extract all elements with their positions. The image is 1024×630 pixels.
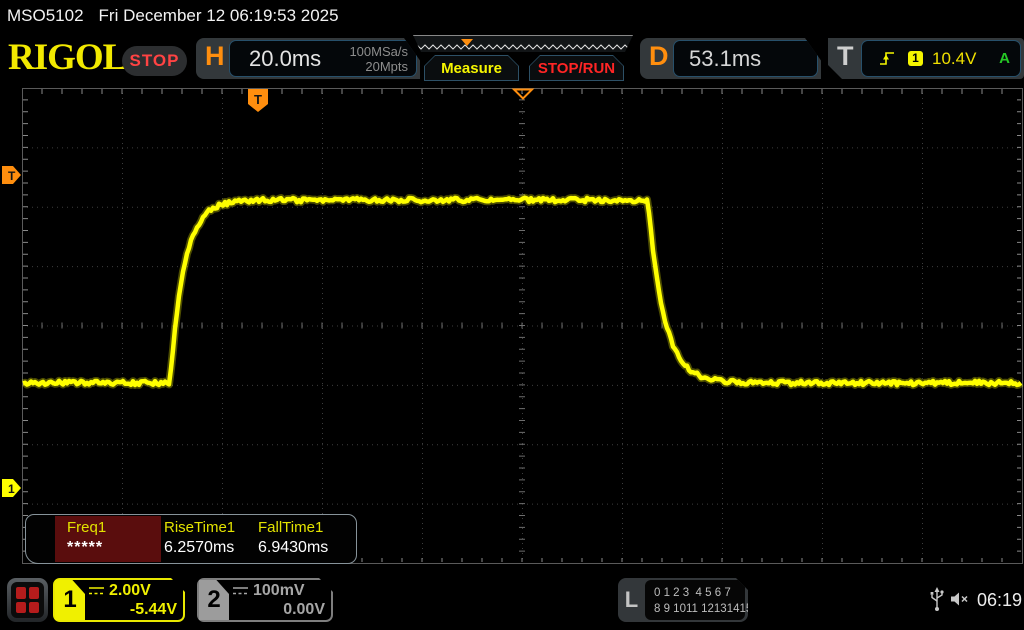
measurement-label: Freq1 [67, 519, 106, 536]
stop-run-button-label: STOP/RUN [529, 55, 624, 81]
measure-button[interactable]: Measure [424, 55, 519, 81]
model-name: MSO5102 [7, 6, 84, 25]
logic-row1: 0 1 2 3 4 5 6 7 [654, 587, 731, 599]
timebase-box[interactable]: 20.0ms 100MSa/s 20Mpts [229, 40, 417, 77]
trigger-level-marker[interactable] [2, 166, 21, 184]
memory-trigger-marker [461, 39, 473, 46]
channel2-offset: 0.00V [233, 601, 325, 621]
measurement-label: RiseTime1 [164, 519, 235, 536]
channel2-values: 100mV 0.00V [233, 580, 325, 619]
speaker-muted-icon[interactable] [950, 591, 970, 607]
delay-label: D [649, 43, 669, 70]
title-bar: MSO5102 Fri December 12 06:19:53 2025 [7, 6, 339, 26]
measurement-value: 6.9430ms [258, 539, 328, 557]
trigger-position-pin[interactable] [248, 89, 268, 112]
ch1-waveform-glow [23, 198, 1021, 385]
oscilloscope-screen: T T 1 MSO5102 Fri December 12 06:19:53 2025… [0, 0, 1024, 630]
measurement-value: 6.2570ms [164, 539, 234, 557]
delay-box[interactable]: 53.1ms [673, 40, 818, 77]
measurement-results-panel[interactable]: Freq1 ***** RiseTime1 6.2570ms FallTime1… [25, 514, 357, 564]
horizontal-label: H [205, 43, 225, 70]
delay-value: 53.1ms [689, 46, 761, 72]
clock: 06:19 [977, 590, 1022, 611]
channel1-panel[interactable]: 1 2.00V -5.44V [53, 578, 185, 622]
channel1-position-marker[interactable] [2, 479, 21, 497]
memory-waveform-icon [413, 36, 633, 53]
delay-settings-group[interactable]: D 53.1ms [640, 38, 821, 79]
rigol-logo: RIGOL [8, 39, 126, 76]
measurement-label: FallTime1 [258, 519, 323, 536]
trigger-label: T [837, 43, 854, 70]
channel1-marker-label: 1 [8, 482, 15, 496]
menu-grid-icon [11, 582, 44, 618]
horizontal-settings-group[interactable]: H 20.0ms 100MSa/s 20Mpts [196, 38, 420, 79]
usb-icon [928, 586, 946, 612]
trigger-sweep-mode: A [999, 50, 1010, 67]
horizontal-reference-marker [514, 90, 532, 99]
memory-depth: 20Mpts [365, 59, 408, 74]
trigger-settings-group[interactable]: T 1 10.4V A [828, 38, 1024, 79]
channel2-panel[interactable]: 2 100mV 0.00V [197, 578, 333, 622]
logic-row2: 8 9 1011 12131415 [654, 603, 752, 615]
dc-coupling-icon [233, 586, 248, 596]
sample-rate: 100MSa/s [349, 44, 408, 59]
logic-tab: L [618, 578, 645, 622]
stop-run-button[interactable]: STOP/RUN [529, 55, 624, 81]
dc-coupling-icon [89, 586, 104, 596]
trigger-box[interactable]: 1 10.4V A [861, 40, 1021, 77]
channel1-values: 2.00V -5.44V [89, 580, 177, 619]
trigger-level-label: T [8, 169, 16, 183]
logic-channel-list: 0 1 2 3 4 5 6 78 9 1011 12131415 [645, 580, 745, 620]
graticule-grid [22, 88, 1023, 564]
channel1-scale: 2.00V [109, 582, 151, 600]
ch1-waveform [23, 198, 1021, 385]
channel2-scale: 100mV [253, 582, 305, 600]
channel1-offset: -5.44V [89, 601, 177, 621]
acquisition-info: 100MSa/s 20Mpts [349, 44, 408, 74]
trigger-level-value: 10.4V [932, 49, 976, 69]
datetime: Fri December 12 06:19:53 2025 [99, 6, 339, 25]
logic-channels-panel[interactable]: L 0 1 2 3 4 5 6 78 9 1011 12131415 [618, 578, 748, 622]
timebase-scale: 20.0ms [249, 46, 321, 72]
run-state-badge: STOP [122, 46, 187, 76]
memory-position-indicator[interactable] [413, 35, 633, 52]
trigger-pin-label: T [254, 92, 262, 107]
trigger-source-badge: 1 [908, 51, 923, 66]
rising-edge-icon [879, 50, 895, 67]
channel2-tab[interactable]: 2 [199, 580, 229, 620]
measurement-value: ***** [67, 539, 103, 557]
measure-button-label: Measure [424, 55, 519, 81]
channel1-tab[interactable]: 1 [55, 580, 85, 620]
menu-grid-button[interactable] [7, 578, 48, 622]
